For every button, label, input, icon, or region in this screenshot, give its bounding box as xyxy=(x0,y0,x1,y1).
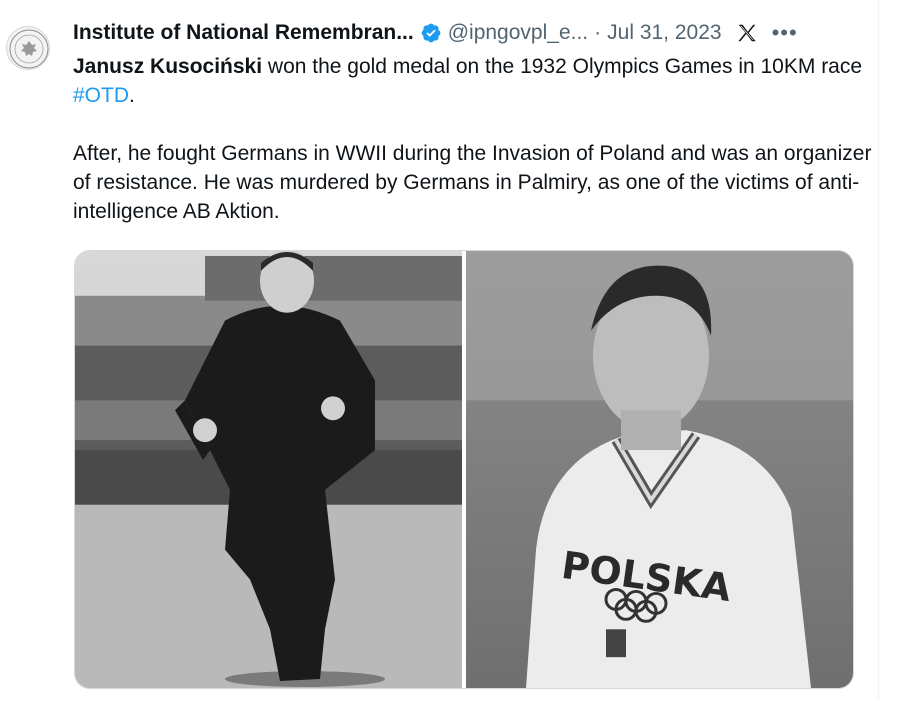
more-options-icon[interactable]: ••• xyxy=(772,20,798,46)
author-avatar[interactable] xyxy=(6,26,50,70)
bold-name: Janusz Kusociński xyxy=(73,55,263,78)
verified-badge-icon xyxy=(420,22,442,44)
separator-dot: · xyxy=(594,21,602,44)
tweet-paragraph-1: Janusz Kusociński won the gold medal on … xyxy=(73,52,873,110)
author-name[interactable]: Institute of National Remembran... xyxy=(73,21,414,45)
tweet-date[interactable]: Jul 31, 2023 xyxy=(607,21,721,45)
text-segment-end: . xyxy=(129,84,135,107)
x-logo-icon xyxy=(736,22,758,44)
hashtag-link[interactable]: #OTD xyxy=(73,84,129,107)
media-grid: POLSKA xyxy=(74,250,854,689)
timeline-divider xyxy=(878,0,879,701)
photo-running-man[interactable] xyxy=(75,251,462,688)
tweet-header: Institute of National Remembran... @ipng… xyxy=(73,17,863,49)
photo-portrait-polska[interactable]: POLSKA xyxy=(466,251,853,688)
author-handle[interactable]: @ipngovpl_e... xyxy=(448,21,588,45)
tweet-paragraph-2: After, he fought Germans in WWII during … xyxy=(73,142,872,223)
tweet-text: Janusz Kusociński won the gold medal on … xyxy=(73,52,873,226)
text-segment: won the gold medal on the 1932 Olympics … xyxy=(262,55,863,78)
